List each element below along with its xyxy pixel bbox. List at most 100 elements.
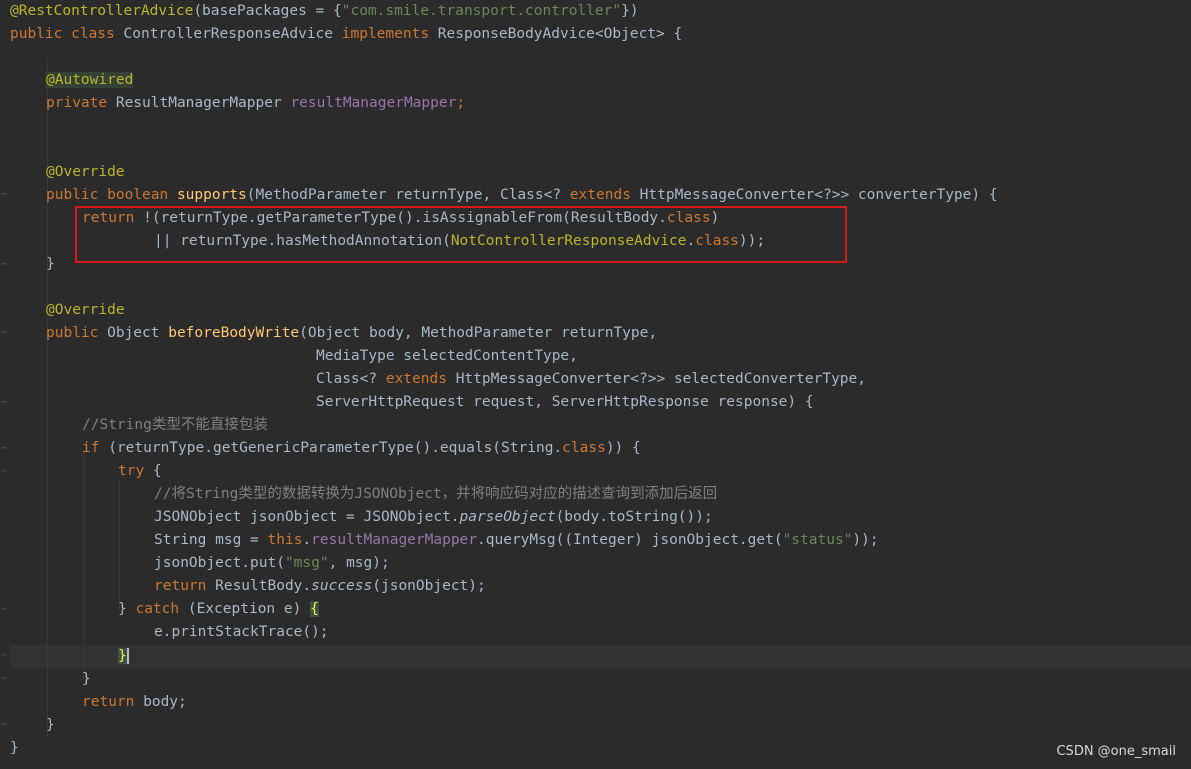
type-name: ResultManagerMapper: [115, 95, 291, 111]
code-text: (MethodParameter returnType, Class<?: [246, 187, 570, 203]
comment: //String类型不能直接包装: [82, 417, 268, 433]
field-name: resultManagerMapper: [290, 95, 457, 111]
annotation: @Override: [46, 302, 125, 318]
code-text: jsonObject.put(: [154, 555, 285, 571]
string-literal: "status": [782, 532, 853, 548]
code-line-26: }: [82, 668, 91, 691]
keyword: catch: [135, 601, 188, 617]
code-line-16: if (returnType.getGenericParameterType()…: [82, 437, 641, 460]
keyword: try: [118, 463, 153, 479]
code-area[interactable]: @RestControllerAdvice(basePackages = {"c…: [10, 0, 1191, 769]
code-text: ServerHttpRequest request, ServerHttpRes…: [316, 394, 814, 410]
code-line-24: e.printStackTrace();: [154, 621, 329, 644]
method-name: supports: [176, 187, 247, 203]
code-line-12: MediaType selectedContentType,: [316, 345, 578, 368]
code-text: ResultBody.: [215, 578, 312, 594]
watermark: CSDN @one_smail: [1056, 744, 1176, 759]
code-line-3: @Autowired: [46, 69, 134, 92]
code-line-14: ServerHttpRequest request, ServerHttpRes…: [316, 391, 814, 414]
annotation: @RestControllerAdvice: [10, 3, 194, 19]
semicolon: ;: [456, 95, 466, 111]
closing-brace: }: [46, 717, 55, 733]
keyword: public: [46, 325, 108, 341]
code-text: (returnType.getGenericParameterType().eq…: [108, 440, 563, 456]
matched-brace: {: [310, 601, 319, 617]
current-line-highlight: [10, 645, 1191, 668]
code-line-20: String msg = this.resultManagerMapper.qu…: [154, 529, 879, 552]
keyword: extends: [569, 187, 640, 203]
code-editor[interactable]: ─ ─ ─ ─ ─ ─ ─ ─ ─ ─ @RestControllerAdvic…: [0, 0, 1191, 769]
fold-marker-icon[interactable]: ─: [1, 467, 8, 477]
code-line-19: JSONObject jsonObject = JSONObject.parse…: [154, 506, 713, 529]
code-line-23: } catch (Exception e) {: [118, 598, 319, 621]
code-text: (Object body, MethodParameter returnType…: [299, 325, 658, 341]
code-text: {: [152, 463, 162, 479]
code-line-15: //String类型不能直接包装: [82, 414, 268, 437]
code-line-2: public class ControllerResponseAdvice im…: [10, 23, 682, 46]
fold-marker-icon[interactable]: ─: [1, 328, 8, 338]
indent-guide: [47, 58, 48, 738]
string-literal: "msg": [284, 555, 329, 571]
code-line-29: }: [10, 737, 19, 760]
keyword: private: [46, 95, 116, 111]
fold-marker-icon[interactable]: ─: [1, 260, 8, 270]
code-line-5: @Override: [46, 161, 125, 184]
fold-marker-icon[interactable]: ─: [1, 720, 8, 730]
code-text: ));: [852, 532, 879, 548]
closing-brace: }: [46, 256, 55, 272]
highlight-box: [75, 206, 847, 263]
code-line-22: return ResultBody.success(jsonObject);: [154, 575, 486, 598]
indent-guide: [119, 480, 120, 610]
string-literal: "com.smile.transport.controller": [341, 3, 622, 19]
keyword: public boolean: [46, 187, 177, 203]
code-line-25: }: [118, 645, 129, 668]
code-text: (basePackages = {: [193, 3, 342, 19]
keyword: this: [267, 532, 303, 548]
comment: //将String类型的数据转换为JSONObject，并将响应码对应的描述查询…: [154, 486, 718, 502]
code-text: HttpMessageConverter<?>> converterType) …: [639, 187, 998, 203]
fold-marker-icon[interactable]: ─: [1, 398, 8, 408]
indent-guide: [83, 450, 84, 680]
code-line-10: @Override: [46, 299, 125, 322]
fold-marker-icon[interactable]: ─: [1, 651, 8, 661]
closing-brace: }: [82, 671, 91, 687]
matched-brace-with-caret: }: [118, 648, 129, 664]
code-line-18: //将String类型的数据转换为JSONObject，并将响应码对应的描述查询…: [154, 483, 717, 506]
code-text: .: [302, 532, 312, 548]
code-text: (Exception e): [187, 601, 311, 617]
keyword: implements: [341, 26, 438, 42]
fold-marker-icon[interactable]: ─: [1, 444, 8, 454]
code-line-11: public Object beforeBodyWrite(Object bod…: [46, 322, 657, 345]
field-name: resultManagerMapper: [311, 532, 478, 548]
code-line-21: jsonObject.put("msg", msg);: [154, 552, 390, 575]
code-text: .queryMsg((Integer) jsonObject.get(: [477, 532, 783, 548]
keyword: return: [82, 694, 144, 710]
code-text: MediaType selectedContentType,: [316, 348, 578, 364]
code-line-1: @RestControllerAdvice(basePackages = {"c…: [10, 0, 639, 23]
fold-marker-icon[interactable]: ─: [1, 605, 8, 615]
code-text: String msg =: [154, 532, 268, 548]
fold-marker-icon[interactable]: ─: [1, 190, 8, 200]
code-text: (body.toString());: [555, 509, 713, 525]
annotation: @Override: [46, 164, 125, 180]
keyword: return: [154, 578, 216, 594]
code-text: )) {: [605, 440, 641, 456]
method-name: beforeBodyWrite: [168, 325, 300, 341]
code-text: e.printStackTrace();: [154, 624, 329, 640]
keyword: extends: [385, 371, 456, 387]
code-text: , msg);: [328, 555, 390, 571]
code-text: }): [621, 3, 639, 19]
code-line-9: }: [46, 253, 55, 276]
code-line-13: Class<? extends HttpMessageConverter<?>>…: [316, 368, 866, 391]
code-line-6: public boolean supports(MethodParameter …: [46, 184, 998, 207]
code-line-28: }: [46, 714, 55, 737]
keyword: if: [82, 440, 109, 456]
code-line-17: try {: [118, 460, 162, 483]
code-text: (jsonObject);: [372, 578, 486, 594]
code-text: Class<?: [316, 371, 386, 387]
code-text: }: [118, 601, 136, 617]
type-name: Object: [107, 325, 169, 341]
annotation: @Autowired: [46, 72, 134, 88]
fold-marker-icon[interactable]: ─: [1, 674, 8, 684]
code-text: body;: [143, 694, 187, 710]
